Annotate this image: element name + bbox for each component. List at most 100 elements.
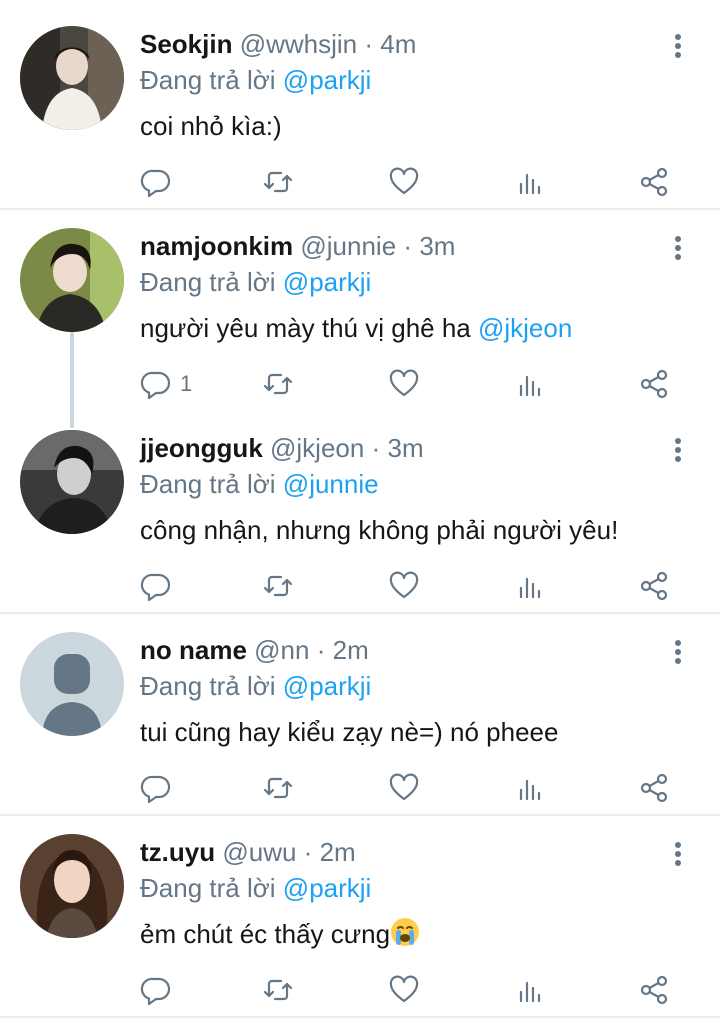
mention-link[interactable]: @jkjeon <box>478 313 572 343</box>
like-button[interactable] <box>388 566 420 606</box>
bar-chart-icon <box>519 375 541 397</box>
tweet-text-content: người yêu mày thú vị ghê ha <box>140 313 478 343</box>
tweet-header: no name @nn · 2m <box>140 632 369 668</box>
avatar[interactable] <box>20 26 124 130</box>
replying-to-handle[interactable]: @junnie <box>283 469 379 499</box>
tweet-text: ẻm chút éc thấy cưng <box>140 916 420 952</box>
like-button[interactable] <box>388 162 420 202</box>
heart-icon <box>389 773 419 801</box>
tweet-actions <box>140 162 700 202</box>
reply-button[interactable] <box>140 566 180 606</box>
tweet-header: Seokjin @wwhsjin · 4m <box>140 26 416 62</box>
tweet[interactable]: Seokjin @wwhsjin · 4m Đang trả lời @park… <box>0 26 720 206</box>
reply-button[interactable]: 1 <box>140 364 192 404</box>
display-name[interactable]: Seokjin <box>140 29 232 59</box>
display-name[interactable]: tz.uyu <box>140 837 215 867</box>
timestamp[interactable]: 2m <box>333 635 369 665</box>
retweet-icon <box>263 171 293 193</box>
retweet-button[interactable] <box>262 970 294 1010</box>
reply-feed: Seokjin @wwhsjin · 4m Đang trả lời @park… <box>0 0 720 1020</box>
tweet[interactable]: namjoonkim @junnie · 3m Đang trả lời @pa… <box>0 228 720 408</box>
view-stats-button[interactable] <box>514 566 546 606</box>
tweet-text: coi nhỏ kìa:) <box>140 108 282 144</box>
timestamp[interactable]: 4m <box>380 29 416 59</box>
tweet-text: tui cũng hay kiểu zạy nè=) nó pheee <box>140 714 558 750</box>
tweet[interactable]: no name @nn · 2m Đang trả lời @parkji tu… <box>0 632 720 812</box>
heart-icon <box>389 571 419 599</box>
tweet-text-content: coi nhỏ kìa:) <box>140 111 282 141</box>
avatar[interactable] <box>20 632 124 736</box>
reply-button[interactable] <box>140 768 180 808</box>
replying-to-handle[interactable]: @parkji <box>283 873 372 903</box>
share-button[interactable] <box>638 768 670 808</box>
more-options-button[interactable] <box>664 32 692 60</box>
replying-to-handle[interactable]: @parkji <box>283 267 372 297</box>
tweet-actions <box>140 970 700 1010</box>
user-handle[interactable]: @nn <box>254 635 309 665</box>
more-options-button[interactable] <box>664 840 692 868</box>
share-button[interactable] <box>638 970 670 1010</box>
bar-chart-icon <box>519 173 541 195</box>
share-button[interactable] <box>638 364 670 404</box>
retweet-button[interactable] <box>262 566 294 606</box>
share-icon <box>640 369 668 399</box>
share-icon <box>640 167 668 197</box>
tweet-header: jjeongguk @jkjeon · 3m <box>140 430 424 466</box>
retweet-button[interactable] <box>262 768 294 808</box>
user-handle[interactable]: @junnie <box>300 231 396 261</box>
vertical-ellipsis-icon <box>675 438 681 462</box>
replying-to-label: Đang trả lời <box>140 65 276 95</box>
view-stats-button[interactable] <box>514 162 546 202</box>
tweet-text-content: ẻm chút éc thấy cưng <box>140 919 391 949</box>
display-name[interactable]: namjoonkim <box>140 231 293 261</box>
vertical-ellipsis-icon <box>675 842 681 866</box>
retweet-button[interactable] <box>262 162 294 202</box>
more-options-button[interactable] <box>664 436 692 464</box>
tweet-header: tz.uyu @uwu · 2m <box>140 834 356 870</box>
view-stats-button[interactable] <box>514 970 546 1010</box>
share-icon <box>640 975 668 1005</box>
like-button[interactable] <box>388 364 420 404</box>
share-button[interactable] <box>638 566 670 606</box>
more-options-button[interactable] <box>664 234 692 262</box>
display-name[interactable]: no name <box>140 635 247 665</box>
timestamp[interactable]: 2m <box>320 837 356 867</box>
more-options-button[interactable] <box>664 638 692 666</box>
crying-face-emoji <box>391 918 420 946</box>
reply-button[interactable] <box>140 162 180 202</box>
like-button[interactable] <box>388 970 420 1010</box>
avatar[interactable] <box>20 834 124 938</box>
replying-to: Đang trả lời @parkji <box>140 870 371 906</box>
reply-count: 1 <box>180 371 193 396</box>
timestamp[interactable]: 3m <box>419 231 455 261</box>
timestamp[interactable]: 3m <box>387 433 423 463</box>
user-handle[interactable]: @wwhsjin <box>240 29 357 59</box>
view-stats-button[interactable] <box>514 364 546 404</box>
separator-dot: · <box>403 231 413 261</box>
view-stats-button[interactable] <box>514 768 546 808</box>
replying-to-handle[interactable]: @parkji <box>283 671 372 701</box>
tweet-text-content: tui cũng hay kiểu zạy nè=) nó pheee <box>140 717 559 747</box>
retweet-icon <box>263 777 293 799</box>
reply-icon <box>140 371 171 400</box>
reply-button[interactable] <box>140 970 180 1010</box>
tweet[interactable]: tz.uyu @uwu · 2m Đang trả lời @parkji ẻm… <box>0 834 720 1014</box>
avatar[interactable] <box>20 228 124 332</box>
share-icon <box>640 773 668 803</box>
reply-icon <box>140 775 171 804</box>
replying-to-label: Đang trả lời <box>140 671 276 701</box>
retweet-button[interactable] <box>262 364 294 404</box>
separator-dot: · <box>303 837 313 867</box>
tweet-text-content: công nhận, nhưng không phải người yêu! <box>140 515 619 545</box>
replying-to-handle[interactable]: @parkji <box>283 65 372 95</box>
tweet[interactable]: jjeongguk @jkjeon · 3m Đang trả lời @jun… <box>0 430 720 610</box>
user-handle[interactable]: @uwu <box>222 837 296 867</box>
like-button[interactable] <box>388 768 420 808</box>
tweet-actions: 1 <box>140 364 700 404</box>
heart-icon <box>389 369 419 397</box>
retweet-icon <box>263 979 293 1001</box>
user-handle[interactable]: @jkjeon <box>270 433 364 463</box>
display-name[interactable]: jjeongguk <box>140 433 263 463</box>
share-button[interactable] <box>638 162 670 202</box>
avatar[interactable] <box>20 430 124 534</box>
